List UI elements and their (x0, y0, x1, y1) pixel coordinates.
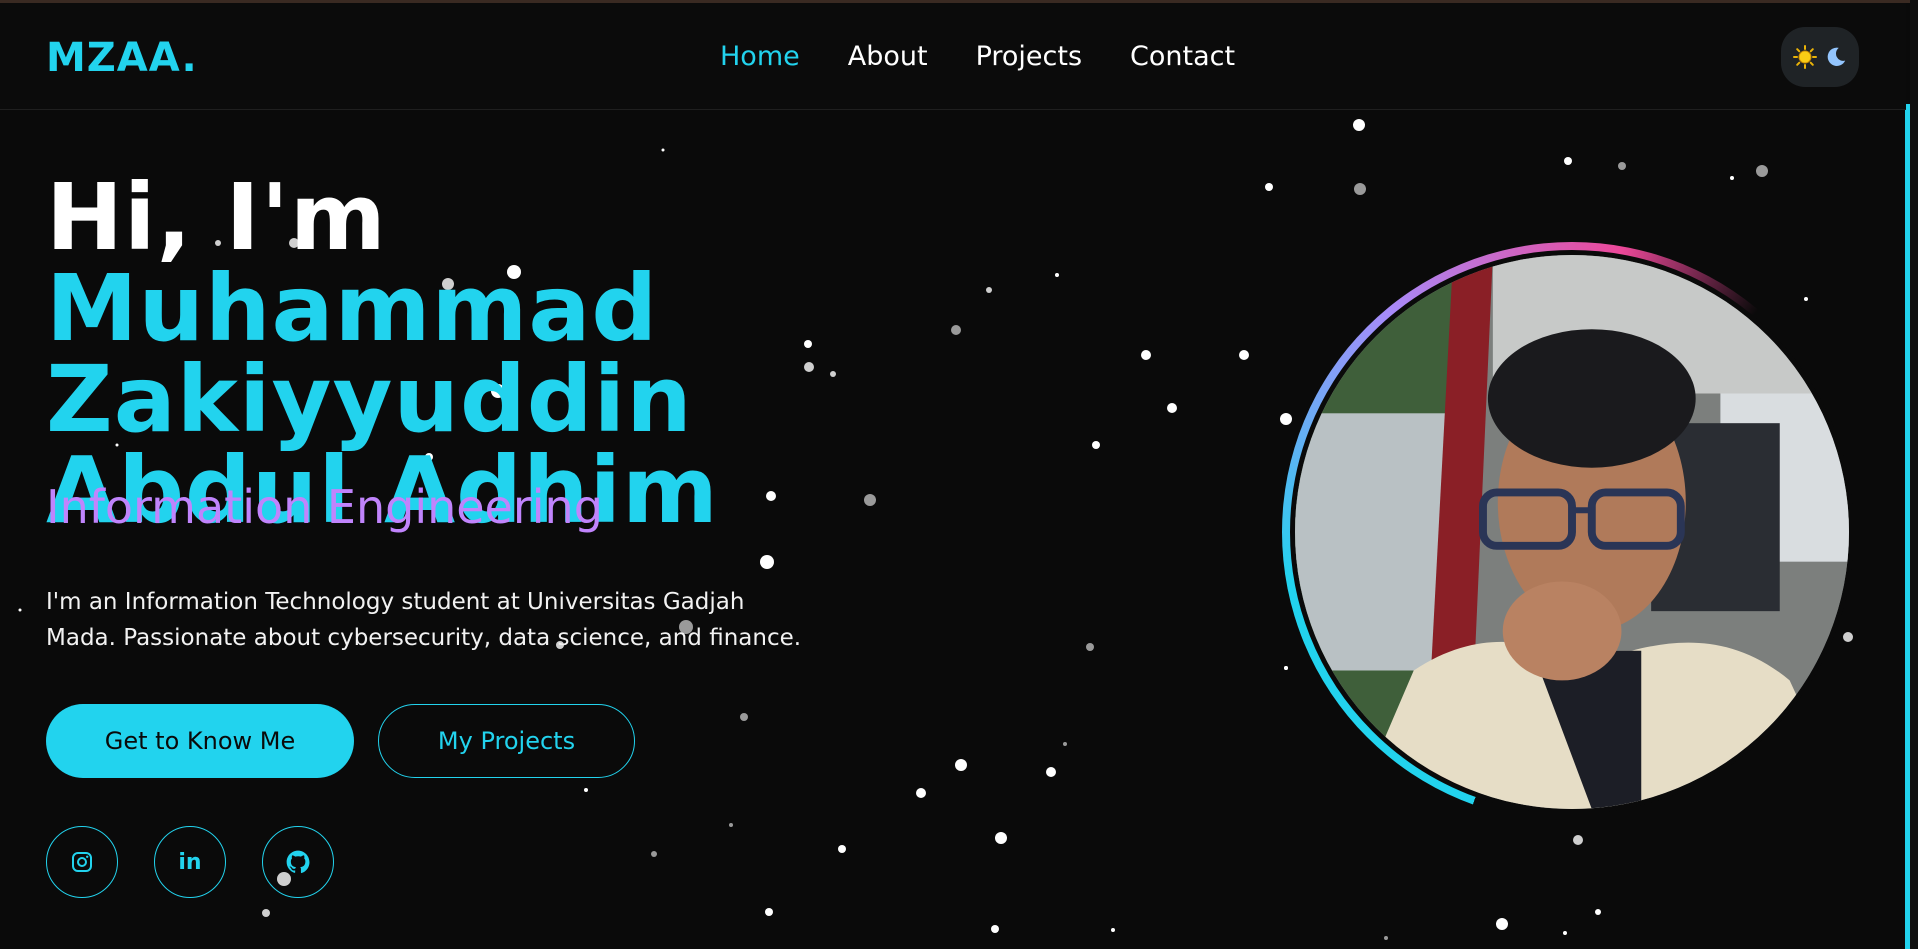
instagram-link[interactable] (46, 826, 118, 898)
get-to-know-me-button[interactable]: Get to Know Me (46, 704, 354, 778)
hero-description-line2: Mada. Passionate about cybersecurity, da… (46, 625, 802, 651)
hero-description: I'm an Information Technology student at… (46, 584, 926, 656)
instagram-icon (72, 852, 92, 872)
nav-link-projects[interactable]: Projects (976, 41, 1082, 72)
hero-description-line1: I'm an Information Technology student at… (46, 589, 745, 615)
linkedin-icon: in (178, 849, 202, 875)
profile-photo (1290, 250, 1854, 814)
nav-link-home[interactable]: Home (720, 41, 800, 72)
scrollbar-track[interactable] (1910, 0, 1918, 949)
nav-link-about[interactable]: About (848, 41, 928, 72)
scrollbar-thumb[interactable] (1905, 104, 1910, 949)
page: MZAA. Home About Projects Contact Hi, I'… (0, 0, 1918, 949)
main-nav: Home About Projects Contact (720, 41, 1235, 72)
site-header: MZAA. Home About Projects Contact (0, 3, 1906, 110)
sun-icon (1793, 45, 1817, 69)
nav-link-contact[interactable]: Contact (1130, 41, 1235, 72)
linkedin-link[interactable]: in (154, 826, 226, 898)
github-icon (286, 850, 310, 874)
github-link[interactable] (262, 826, 334, 898)
site-logo[interactable]: MZAA. (46, 35, 198, 81)
hero-subtitle: Information Engineering (46, 480, 603, 534)
moon-icon (1827, 47, 1846, 66)
my-projects-button[interactable]: My Projects (378, 704, 635, 778)
profile-photo-ring (1282, 242, 1862, 822)
theme-toggle-button[interactable] (1781, 27, 1859, 87)
